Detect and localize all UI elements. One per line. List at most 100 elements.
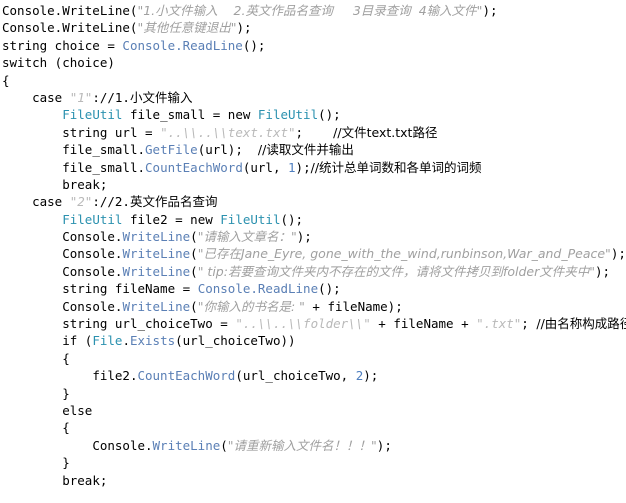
code-line[interactable]: { <box>2 72 626 89</box>
code-token-plain: (url_choiceTwo)) <box>175 333 296 349</box>
code-token-plain: file_small = new <box>122 107 258 123</box>
code-line[interactable]: Console.WriteLine("其他任意键退出"); <box>2 19 626 36</box>
code-line[interactable]: file_small.CountEachWord(url, 1);//统计总单词… <box>2 159 626 176</box>
code-line[interactable]: case "1"://1.小文件输入 <box>2 89 626 106</box>
code-token-string_cjk: "1.小文件输入 2.英文作品名查询 3目录查询 4输入文件" <box>137 3 483 18</box>
code-token-comment: 英文作品名查询 <box>129 194 218 210</box>
code-token-plain: (); <box>318 107 341 123</box>
code-token-plain: case <box>32 194 70 210</box>
code-line[interactable]: Console.WriteLine("1.小文件输入 2.英文作品名查询 3目录… <box>2 2 626 19</box>
code-token-plain: (url); <box>197 142 258 158</box>
code-token-plain: case <box>32 89 70 105</box>
code-token-plain: { <box>62 350 70 366</box>
code-line[interactable]: file2.CountEachWord(url_choiceTwo, 2); <box>2 367 626 384</box>
code-line[interactable]: file_small.GetFile(url); //读取文件并输出 <box>2 141 626 158</box>
code-token-plain: file_small. <box>62 159 146 175</box>
code-token-plain: file2 = new <box>122 211 221 227</box>
code-editor-view[interactable]: Console.WriteLine("1.小文件输入 2.英文作品名查询 3目录… <box>0 0 626 503</box>
code-token-plain: ); <box>363 368 379 384</box>
code-line[interactable]: FileUtil file2 = new FileUtil(); <box>2 211 626 228</box>
code-token-plain: + fileName); <box>304 298 403 314</box>
code-token-type: FileUtil <box>220 211 281 227</box>
code-token-type: FileUtil <box>257 107 319 123</box>
code-token-plain: (); <box>318 281 341 297</box>
code-token-plain: { <box>2 72 10 88</box>
code-token-plain: ); <box>295 159 311 175</box>
code-token-plain: else <box>62 402 93 418</box>
code-token-plain: switch (choice) <box>2 55 115 71</box>
code-token-comment: //统计总单词数和各单词的词频 <box>310 159 482 175</box>
code-line[interactable]: Console.WriteLine("请输入文章名："); <box>2 228 626 245</box>
code-token-comment: //读取文件并输出 <box>257 142 354 158</box>
code-token-plain: string url = <box>62 124 161 140</box>
code-token-plain: Console. <box>62 263 123 279</box>
code-line[interactable]: string fileName = Console.ReadLine(); <box>2 280 626 297</box>
code-token-plain: file2. <box>92 368 138 384</box>
code-token-plain: ( <box>220 437 228 453</box>
code-line[interactable]: break; <box>2 176 626 193</box>
code-token-plain: ); <box>610 246 626 262</box>
code-line[interactable]: FileUtil file_small = new FileUtil(); <box>2 106 626 123</box>
code-token-plain: ( <box>190 263 198 279</box>
code-token-plain: Console. <box>92 437 153 453</box>
code-token-method: WriteLine <box>122 298 191 314</box>
code-token-plain: Console. <box>62 246 123 262</box>
code-line[interactable]: else <box>2 402 626 419</box>
code-line[interactable]: if (File.Exists(url_choiceTwo)) <box>2 332 626 349</box>
code-token-plain: + fileName + <box>370 316 477 332</box>
code-token-plain: ); <box>376 437 392 453</box>
code-token-plain: string url_choiceTwo = <box>62 316 236 332</box>
code-line[interactable]: string url_choiceTwo = "..\\..\\folder\\… <box>2 315 626 332</box>
code-token-type: FileUtil <box>62 211 123 227</box>
code-line[interactable]: } <box>2 454 626 471</box>
code-line[interactable]: Console.WriteLine(" tip:若要查询文件夹内不存在的文件，请… <box>2 263 626 280</box>
code-token-plain: string choice = <box>2 37 123 53</box>
code-token-string_ascii: "..\\..\\text.txt" <box>160 124 296 140</box>
code-line[interactable]: { <box>2 419 626 436</box>
code-line[interactable]: break; <box>2 472 626 489</box>
code-line[interactable]: Console.WriteLine("已存在Jane_Eyre, gone_wi… <box>2 245 626 262</box>
code-token-plain: ); <box>236 20 252 36</box>
code-token-method: CountEachWord <box>145 159 243 175</box>
code-token-plain: file_small. <box>62 142 146 158</box>
code-token-plain: string fileName = <box>62 281 198 297</box>
code-token-method: WriteLine <box>122 263 191 279</box>
code-token-plain: ( <box>190 246 198 262</box>
code-token-method: Exists <box>129 333 176 349</box>
code-line[interactable]: string choice = Console.ReadLine(); <box>2 37 626 54</box>
code-line[interactable]: Console.WriteLine("请重新输入文件名！！！"); <box>2 437 626 454</box>
code-token-method: CountEachWord <box>137 368 236 384</box>
code-token-plain: Console.WriteLine( <box>2 3 138 18</box>
code-line[interactable]: switch (choice) <box>2 54 626 71</box>
code-token-plain: ); <box>296 229 312 245</box>
code-token-plain: ://2. <box>92 194 130 210</box>
code-token-string_ascii: "..\\..\\folder\\" <box>235 316 371 332</box>
code-token-method: Console.ReadLine <box>197 281 319 297</box>
code-line[interactable]: Console.WriteLine("你输入的书名是: " + fileName… <box>2 298 626 315</box>
code-line[interactable]: string url = "..\\..\\text.txt"; //文件tex… <box>2 124 626 141</box>
code-line[interactable]: case "2"://2.英文作品名查询 <box>2 193 626 210</box>
code-token-string_cjk: "请重新输入文件名！！！" <box>227 437 377 453</box>
code-token-plain: break; <box>62 472 108 488</box>
code-token-plain: } <box>62 385 70 401</box>
code-line[interactable]: { <box>2 350 626 367</box>
code-line[interactable]: } <box>2 385 626 402</box>
code-token-method: WriteLine <box>152 437 221 453</box>
code-token-method: WriteLine <box>122 246 191 262</box>
code-token-method: WriteLine <box>122 229 191 245</box>
code-token-string_ascii: "2" <box>69 194 93 210</box>
